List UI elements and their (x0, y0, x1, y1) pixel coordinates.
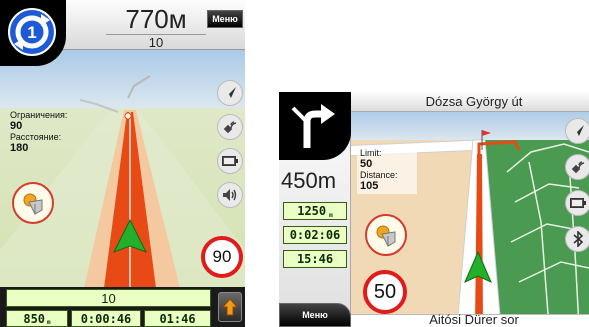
menu-button[interactable]: Меню (279, 303, 351, 327)
limit-label: Limit: (360, 148, 382, 158)
battery-status-button[interactable] (217, 148, 243, 174)
battery-status-button[interactable] (565, 190, 589, 216)
distance-to-turn: 770м (125, 4, 187, 34)
compass-button[interactable] (217, 80, 243, 106)
battery-icon (570, 198, 586, 208)
remaining-time-field[interactable]: 0:02:06 (283, 226, 347, 244)
limit-value: 50 (360, 158, 373, 170)
arrival-time-field[interactable]: 01:46 (144, 310, 211, 327)
bluetooth-icon (573, 231, 584, 247)
next-street-name: Dózsa György út (425, 94, 523, 109)
compass-arrow-icon (224, 87, 236, 99)
battery-icon (222, 156, 238, 166)
zoom-up-icon (222, 298, 238, 316)
svg-text:1: 1 (27, 23, 36, 42)
distance-label: Расстояние: (10, 132, 62, 142)
remaining-time: 0:02:06 (289, 228, 341, 242)
turn-right-icon (291, 104, 335, 148)
poi-button[interactable] (365, 214, 407, 256)
menu-button[interactable]: Меню (207, 10, 243, 28)
remaining-distance: 850 (23, 311, 46, 326)
cockpit-toggle-button[interactable] (218, 292, 242, 322)
remaining-distance: 1250 (297, 204, 327, 218)
limit-label: Ограничения: (10, 110, 68, 120)
speed-limit-value: 90 (212, 247, 232, 266)
current-street: Aitósi Dürer sor (429, 312, 519, 327)
satellite-icon (223, 121, 237, 134)
gps-status-button[interactable] (217, 114, 243, 140)
distance-value: 180 (10, 142, 29, 154)
turn-road-number: 10 (106, 34, 206, 50)
remaining-distance-field[interactable]: 1250 m (283, 202, 347, 220)
current-street-field[interactable]: 10 (6, 289, 211, 307)
navigation-screen-hungarian: Dózsa György út 450m 1250 m 0:02:06 15:4… (279, 92, 589, 327)
arrival-time: 01:46 (159, 311, 196, 326)
compass-button[interactable] (565, 118, 589, 144)
remaining-time-field[interactable]: 0:00:46 (71, 310, 141, 327)
speed-limit-info: Ограничения: 90 Расстояние: 180 (10, 110, 70, 154)
arrival-time-field[interactable]: 15:46 (283, 250, 347, 268)
arrival-time: 15:46 (296, 252, 334, 266)
distance-to-turn: 450m (281, 168, 337, 193)
remaining-distance-field[interactable]: 850 m (6, 310, 68, 327)
speed-limit-value: 50 (373, 280, 397, 303)
speed-limit-info: Limit: 50 Distance: 105 (357, 146, 417, 194)
speaker-icon (223, 189, 237, 201)
remaining-time: 0:00:46 (80, 311, 132, 326)
speed-limit-sign: 50 (363, 270, 407, 314)
roundabout-exit-1-icon: 1 (8, 8, 56, 56)
poi-button[interactable] (12, 182, 54, 224)
satellite-icon (571, 161, 585, 174)
bluetooth-button[interactable] (565, 226, 589, 252)
remaining-distance-unit: m (329, 212, 333, 219)
distance-label: Distance: (360, 170, 398, 180)
compass-arrow-icon (572, 125, 584, 137)
distance-value: 105 (360, 180, 379, 192)
remaining-distance-unit: m (47, 319, 51, 326)
poi-marker-icon (23, 193, 43, 215)
speed-limit-sign: 90 (201, 236, 243, 278)
current-street: 10 (101, 290, 116, 306)
gps-status-button[interactable] (565, 154, 589, 180)
navigation-screen-russian: 1 770м 10 Меню Ограничения: 90 Расстояни… (0, 0, 245, 327)
poi-marker-icon (376, 225, 396, 247)
limit-value: 90 (10, 120, 23, 132)
sound-button[interactable] (217, 182, 243, 208)
